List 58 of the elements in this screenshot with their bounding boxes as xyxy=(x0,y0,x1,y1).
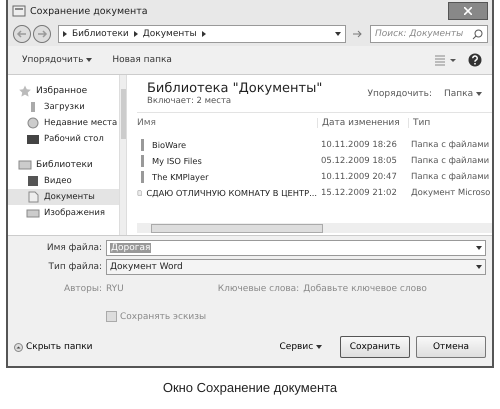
sidebar-group[interactable]: Избранное xyxy=(8,83,120,99)
search-icon[interactable] xyxy=(472,28,483,40)
caret-icon xyxy=(476,92,482,96)
library-includes[interactable]: Включает: 2 места xyxy=(147,96,322,106)
file-row[interactable]: My ISO Files 05.12.2009 18:05 Папка с файлами xyxy=(137,153,492,169)
file-name-label: Имя файла: xyxy=(46,243,102,253)
caret-icon xyxy=(316,345,322,349)
arrange-dropdown[interactable]: Папка xyxy=(438,88,488,98)
collapse-icon xyxy=(14,342,23,352)
sidebar-item[interactable]: Загрузки xyxy=(8,99,120,115)
caret-icon[interactable] xyxy=(335,32,341,36)
window-icon xyxy=(12,5,26,17)
save-button[interactable]: Сохранить xyxy=(340,336,410,358)
chevron-right-icon[interactable] xyxy=(63,31,67,37)
window-title: Сохранение документа xyxy=(30,6,148,16)
file-type-dropdown[interactable]: Документ Word xyxy=(106,259,486,275)
document-icon xyxy=(26,191,40,203)
file-row[interactable]: СДАЮ ОТЛИЧНУЮ КОМНАТУ В ЦЕНТР... 15.12.2009 21:02 Документ Microso xyxy=(137,185,492,201)
library-title: Библиотека "Документы" xyxy=(147,81,322,96)
arrange-label: Упорядочить: xyxy=(368,88,432,98)
sidebar-item[interactable]: Изображения xyxy=(8,205,120,221)
sidebar-item[interactable]: Рабочий стол xyxy=(8,131,120,147)
sidebar-item[interactable]: Недавние места xyxy=(8,115,120,131)
sidebar-item[interactable]: Документы xyxy=(8,189,120,205)
chevron-right-icon[interactable] xyxy=(134,31,138,37)
file-row[interactable]: The KMPlayer 10.11.2009 20:47 Папка с файлами xyxy=(137,169,492,185)
cancel-button[interactable]: Отмена xyxy=(416,336,486,358)
view-options-icon[interactable] xyxy=(434,54,456,66)
keywords-label: Ключевые слова: xyxy=(218,284,300,294)
caret-icon xyxy=(86,58,92,62)
desktop-icon xyxy=(26,133,40,145)
tools-menu[interactable]: Сервис xyxy=(274,341,328,353)
caret-icon[interactable] xyxy=(476,265,482,269)
hide-folders-button[interactable]: Скрыть папки xyxy=(14,342,93,352)
breadcrumb[interactable]: Документы xyxy=(142,29,197,39)
file-row[interactable]: BioWare 10.11.2009 18:26 Папка с файлами xyxy=(137,137,492,153)
horizontal-scrollbar[interactable] xyxy=(137,223,492,233)
organize-menu[interactable]: Упорядочить xyxy=(18,53,96,67)
star-icon xyxy=(18,85,32,97)
caret-icon[interactable] xyxy=(476,246,482,250)
sidebar-group[interactable]: Библиотеки xyxy=(8,157,120,173)
column-header[interactable]: Дата изменения xyxy=(317,118,408,128)
scrollbar[interactable] xyxy=(119,75,126,235)
chevron-right-icon[interactable] xyxy=(202,31,206,37)
close-icon xyxy=(464,7,472,15)
back-forward-icon[interactable] xyxy=(12,24,54,44)
close-button[interactable] xyxy=(448,2,488,20)
search-field[interactable]: Поиск: Документы xyxy=(370,25,488,43)
help-icon[interactable] xyxy=(468,53,482,67)
breadcrumb[interactable]: Библиотеки xyxy=(72,29,129,39)
sidebar-item[interactable]: Видео xyxy=(8,173,120,189)
file-type-label: Тип файла: xyxy=(48,262,102,272)
column-header[interactable]: Тип xyxy=(408,118,492,128)
column-header[interactable]: Имя xyxy=(137,118,317,128)
figure-caption: Окно Сохранение документа xyxy=(162,379,338,395)
authors-label: Авторы: xyxy=(62,284,102,294)
address-field[interactable]: Библиотеки Документы xyxy=(58,25,346,43)
new-folder-button[interactable]: Новая папка xyxy=(108,53,176,67)
